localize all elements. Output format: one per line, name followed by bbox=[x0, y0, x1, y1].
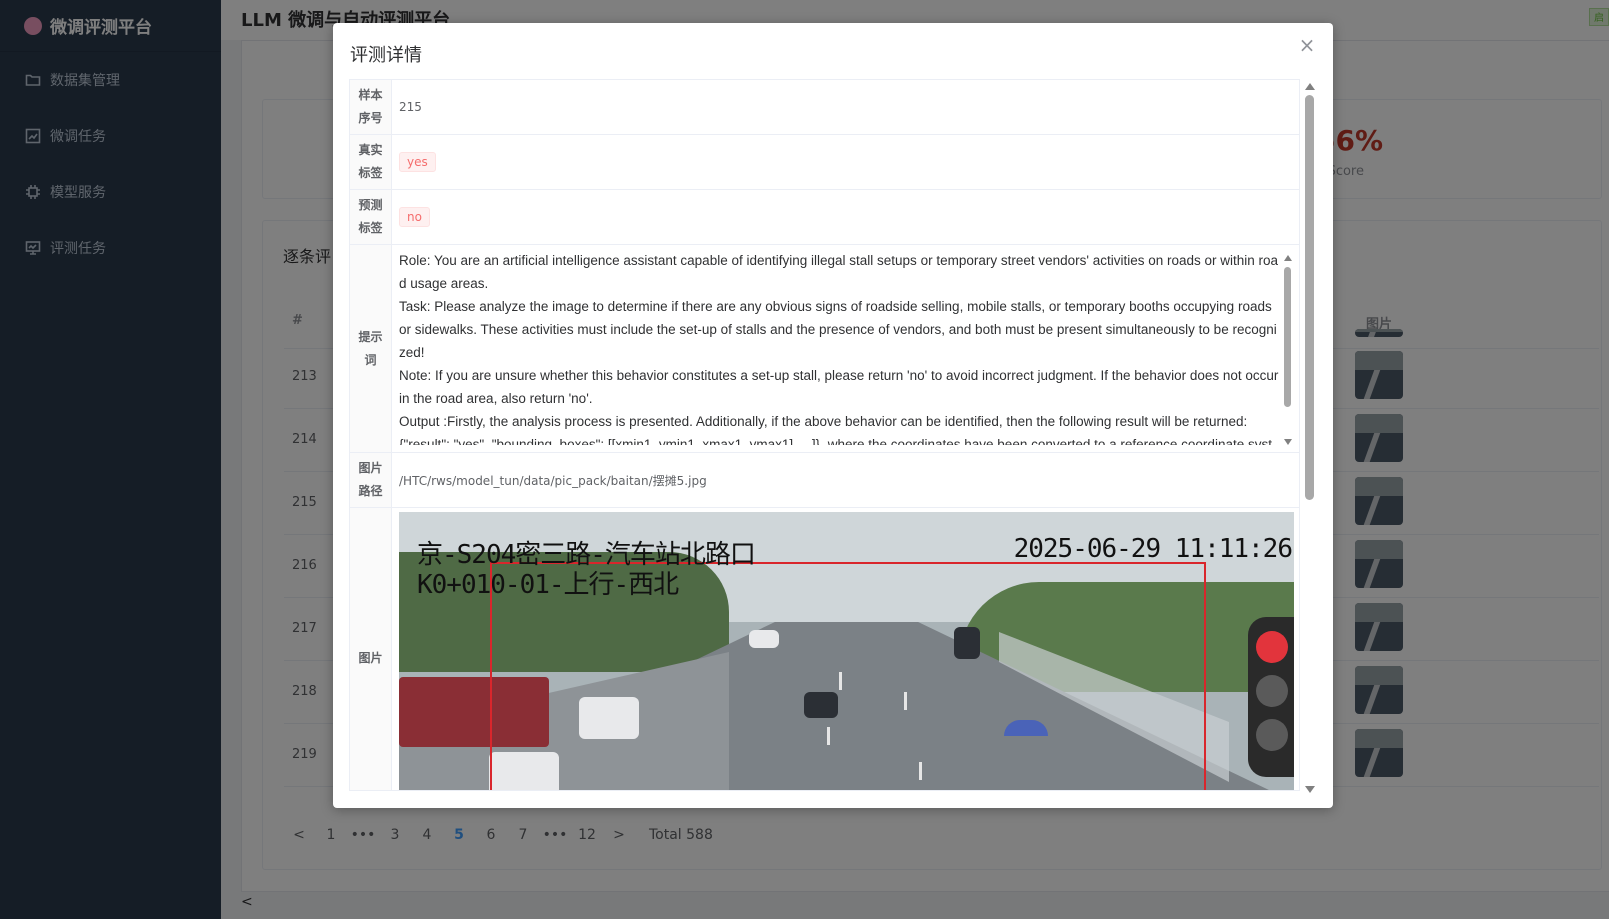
close-icon[interactable]: × bbox=[1297, 35, 1317, 55]
field-label: 样本序号 bbox=[350, 80, 392, 134]
detail-row-sample-index: 样本序号 215 bbox=[350, 80, 1299, 135]
traffic-light-red bbox=[1256, 631, 1288, 663]
prompt-textarea[interactable]: Role: You are an artificial intelligence… bbox=[399, 249, 1279, 445]
field-label: 图片 bbox=[350, 508, 392, 790]
scrollbar-thumb[interactable] bbox=[1284, 267, 1291, 407]
detail-row-true-label: 真实标签 yes bbox=[350, 135, 1299, 190]
scroll-up-icon[interactable] bbox=[1284, 255, 1292, 261]
scroll-down-icon[interactable] bbox=[1284, 439, 1292, 445]
scrollbar-thumb[interactable] bbox=[1305, 95, 1314, 500]
prompt-line: Output :Firstly, the analysis process is… bbox=[399, 414, 1248, 429]
detail-descriptions: 样本序号 215 真实标签 yes 预测标签 no 提示词 Role: You … bbox=[349, 79, 1300, 791]
prompt-line: {"result": "yes", "bounding_boxes": [[xm… bbox=[399, 437, 1272, 445]
camera-image[interactable]: 京-S204密三路-汽车站北路口 K0+010-01-上行-西北 2025-06… bbox=[399, 512, 1294, 790]
prompt-line: Task: Please analyze the image to determ… bbox=[399, 299, 1277, 360]
detail-row-image-path: 图片路径 /HTC/rws/model_tun/data/pic_pack/ba… bbox=[350, 453, 1299, 508]
scroll-down-icon[interactable] bbox=[1305, 786, 1315, 793]
field-label: 真实标签 bbox=[350, 135, 392, 189]
prompt-scrollbar[interactable] bbox=[1283, 255, 1293, 445]
evaluation-detail-dialog: 评测详情 × 样本序号 215 真实标签 yes 预测标签 no 提示词 Rol… bbox=[333, 23, 1333, 808]
true-label-tag: yes bbox=[399, 152, 436, 172]
field-label: 提示词 bbox=[350, 245, 392, 452]
field-label: 预测标签 bbox=[350, 190, 392, 244]
dialog-title: 评测详情 bbox=[350, 45, 422, 66]
prompt-line: Note: If you are unsure whether this beh… bbox=[399, 368, 1279, 406]
field-label: 图片路径 bbox=[350, 453, 392, 507]
detail-row-prompt: 提示词 Role: You are an artificial intellig… bbox=[350, 245, 1299, 453]
sample-index-value: 215 bbox=[399, 100, 422, 114]
prompt-line: Role: You are an artificial intelligence… bbox=[399, 253, 1279, 291]
dialog-scrollbar[interactable] bbox=[1303, 81, 1315, 793]
true-label-cell: yes bbox=[399, 135, 1299, 189]
traffic-light-dim bbox=[1256, 719, 1288, 751]
image-path-value: /HTC/rws/model_tun/data/pic_pack/baitan/… bbox=[399, 473, 707, 488]
scroll-up-icon[interactable] bbox=[1305, 83, 1315, 90]
camera-timestamp: 2025-06-29 11:11:26 bbox=[1013, 534, 1293, 564]
camera-location-line2: K0+010-01-上行-西北 bbox=[417, 570, 679, 600]
pred-label-cell: no bbox=[399, 190, 1299, 244]
detail-row-image: 图片 京-S204密三路-汽车站北路口 K0+010-01-上行-西北 2025… bbox=[350, 508, 1299, 790]
traffic-light-dim bbox=[1256, 675, 1288, 707]
traffic-light bbox=[1248, 617, 1294, 777]
detail-row-pred-label: 预测标签 no bbox=[350, 190, 1299, 245]
pred-label-tag: no bbox=[399, 207, 430, 227]
